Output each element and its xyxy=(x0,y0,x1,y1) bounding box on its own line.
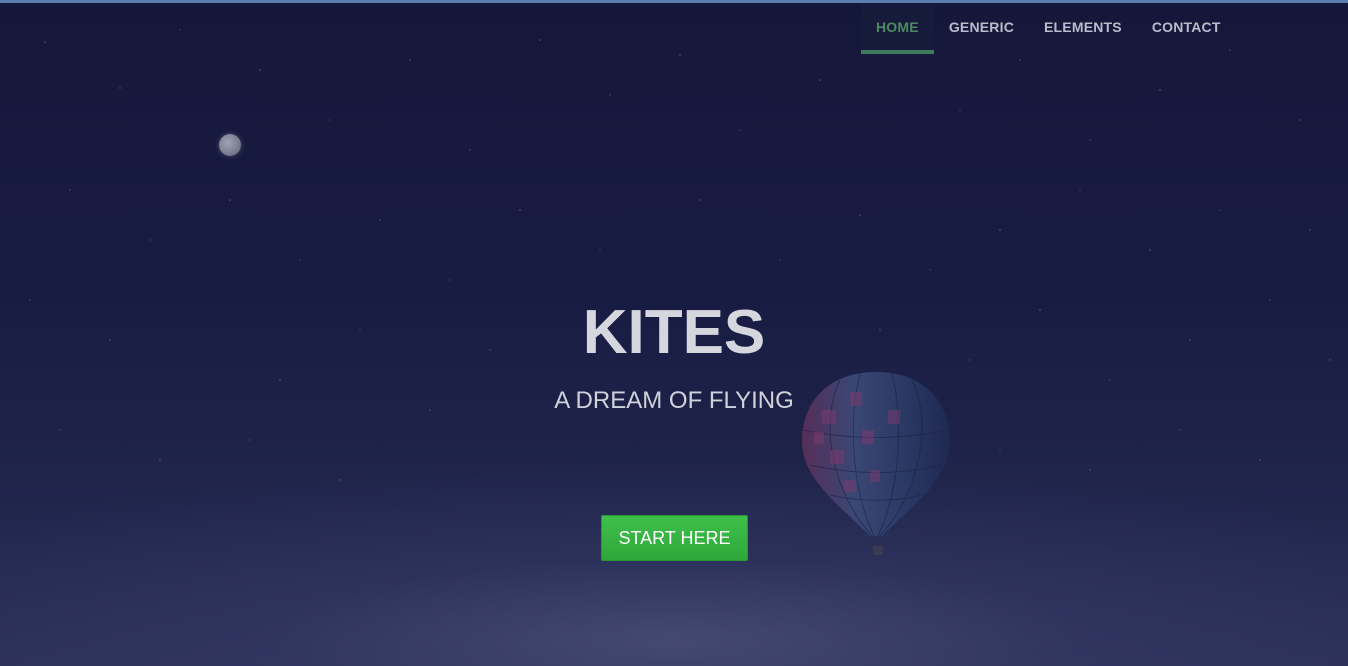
nav-item-elements[interactable]: ELEMENTS xyxy=(1029,4,1137,54)
nav-item-contact[interactable]: CONTACT xyxy=(1137,4,1236,54)
nav-item-generic[interactable]: GENERIC xyxy=(934,4,1029,54)
hero-subtitle: A DREAM OF FLYING xyxy=(554,387,794,414)
hero-section: HOME GENERIC ELEMENTS CONTACT KITES A DR… xyxy=(0,0,1348,666)
nav-item-home[interactable]: HOME xyxy=(861,4,934,54)
main-navigation: HOME GENERIC ELEMENTS CONTACT xyxy=(861,4,1236,54)
start-here-button[interactable]: START HERE xyxy=(601,515,748,561)
hero-title: KITES xyxy=(582,298,766,367)
moon-icon xyxy=(219,134,241,156)
